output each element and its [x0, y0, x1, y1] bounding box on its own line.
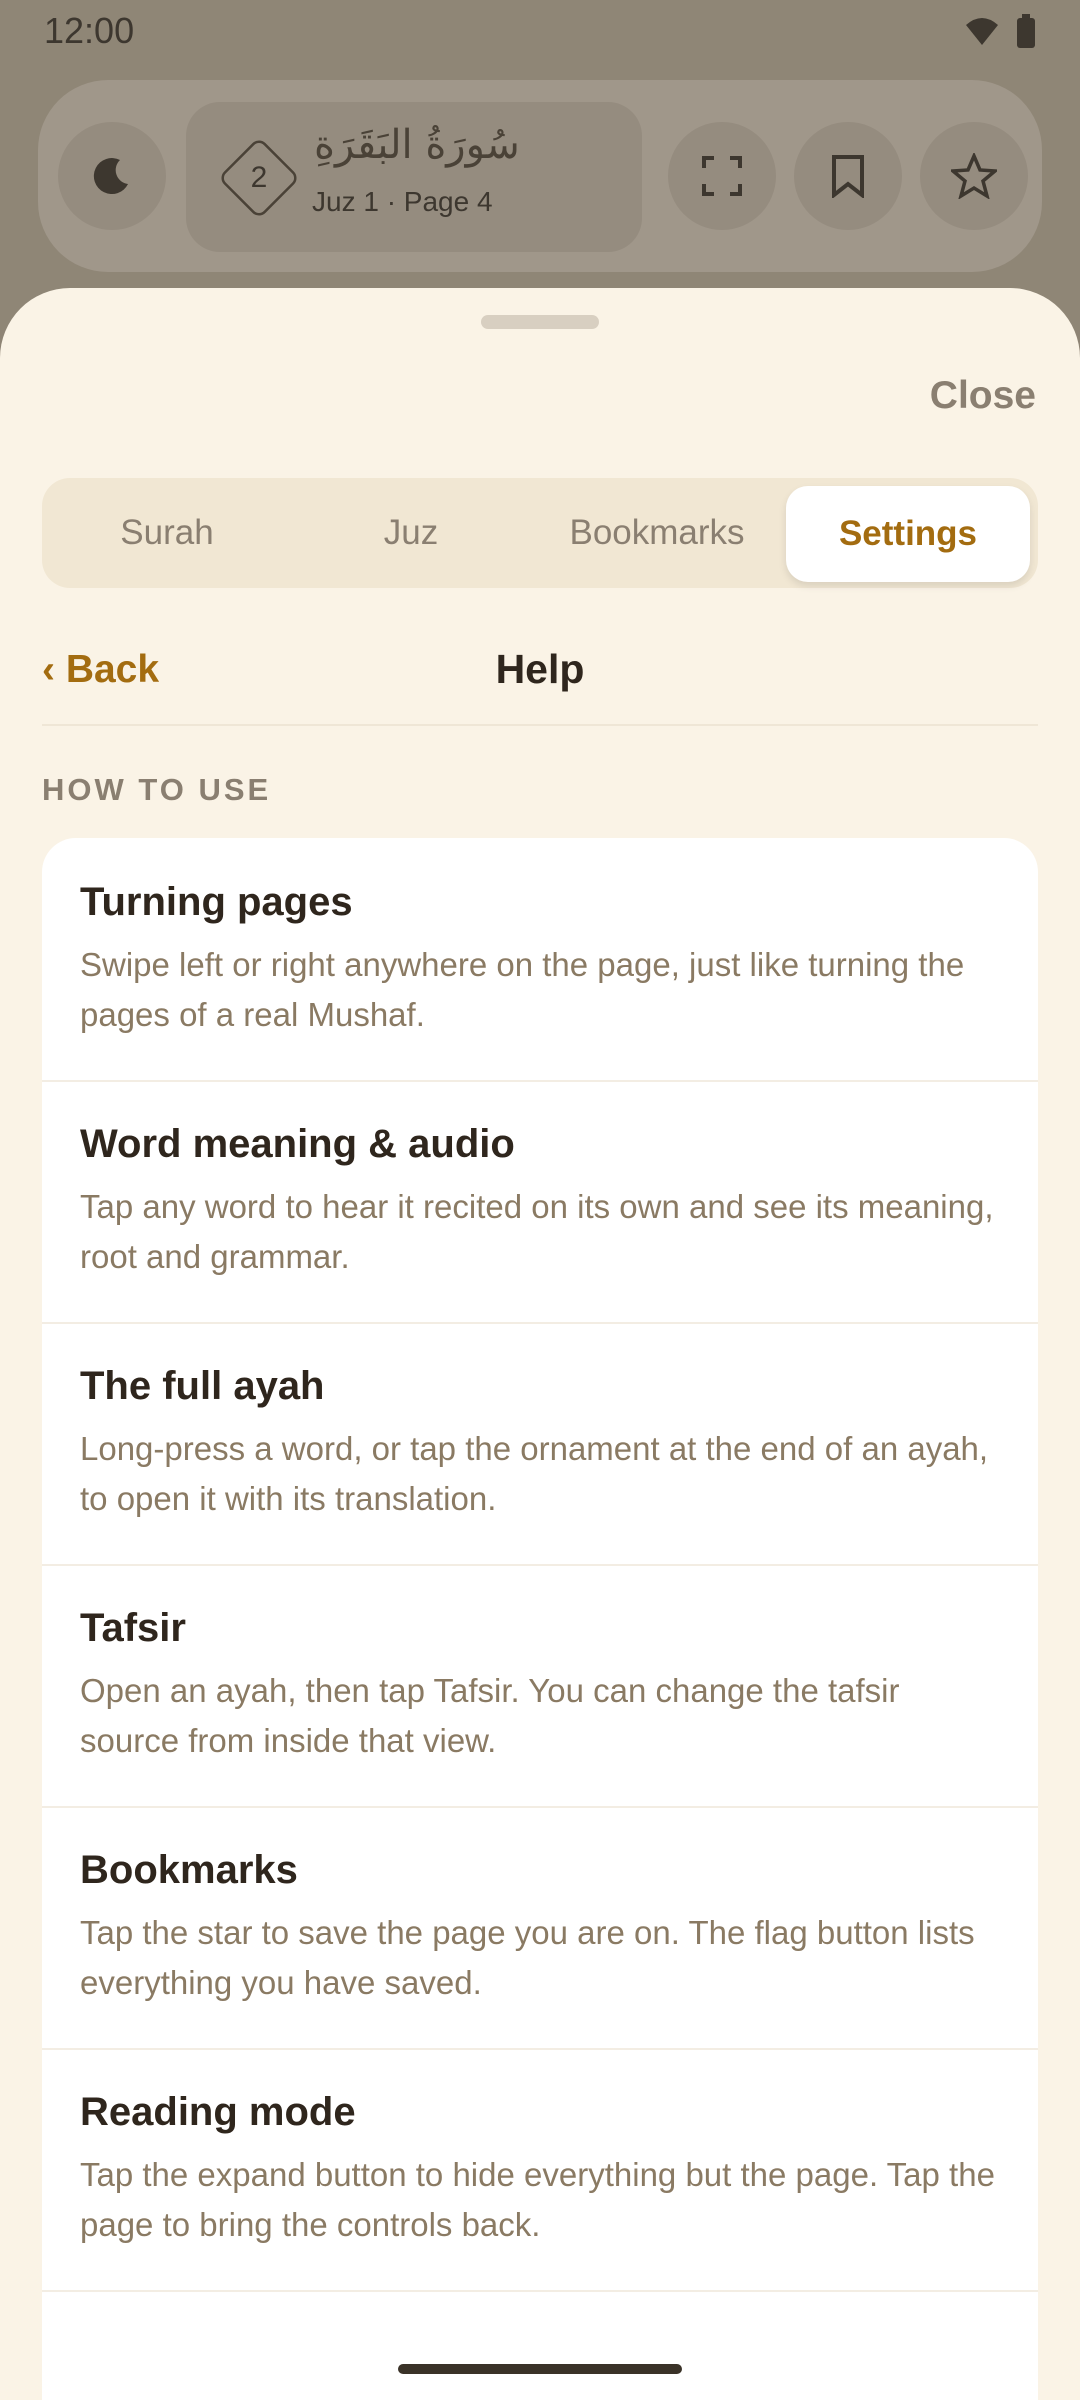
page-title: Help: [495, 646, 585, 692]
help-item-title: Word meaning & audio: [80, 1122, 515, 1166]
close-button[interactable]: Close: [930, 374, 1036, 418]
surah-info-button[interactable]: 2 سُورَةُ البَقَرَةِ Juz 1 · Page 4: [186, 102, 642, 252]
tab-bookmarks[interactable]: Bookmarks: [534, 478, 780, 588]
help-item-title: Reading mode: [80, 2090, 356, 2134]
reader-background: 12:00 2 سُورَةُ البَقَرَةِ Juz 1 · Page …: [0, 0, 1080, 330]
fullscreen-icon: [702, 156, 742, 196]
wifi-icon: [966, 18, 998, 45]
help-item: Bookmarks Tap the star to save the page …: [42, 1806, 1038, 2050]
sheet-tabs: Surah Juz Bookmarks Settings: [42, 478, 1038, 588]
night-mode-button[interactable]: [58, 122, 166, 230]
juz-badge: 2: [211, 130, 307, 226]
bookmark-icon: [832, 155, 864, 198]
reader-toolbar: 2 سُورَةُ البَقَرَةِ Juz 1 · Page 4: [38, 80, 1042, 272]
help-item: Reading mode Tap the expand button to hi…: [42, 2048, 1038, 2292]
juz-number: 2: [250, 161, 268, 194]
juz-page-label: Juz 1 · Page 4: [312, 186, 493, 217]
help-item-title: The full ayah: [80, 1364, 325, 1408]
drag-handle[interactable]: [481, 315, 599, 329]
home-indicator[interactable]: [398, 2364, 682, 2374]
tab-surah[interactable]: Surah: [42, 478, 292, 588]
navigation-sheet: Close Surah Juz Bookmarks Settings ‹ Bac…: [0, 288, 1080, 2400]
favorite-button[interactable]: [920, 122, 1028, 230]
help-item-description: Open an ayah, then tap Tafsir. You can c…: [80, 1672, 900, 1759]
moon-icon: [93, 158, 128, 195]
fullscreen-button[interactable]: [668, 122, 776, 230]
battery-icon: [1017, 14, 1035, 48]
section-label: HOW TO USE: [42, 772, 272, 807]
help-item-description: Long-press a word, or tap the ornament a…: [80, 1430, 989, 1517]
star-icon: [951, 153, 997, 199]
bookmark-button[interactable]: [794, 122, 902, 230]
help-item-description: Swipe left or right anywhere on the page…: [80, 946, 965, 1033]
surah-name-arabic: سُورَةُ البَقَرَةِ: [314, 122, 520, 168]
help-card: Turning pages Swipe left or right anywhe…: [42, 838, 1038, 2400]
help-item-description: Tap the expand button to hide everything…: [80, 2156, 995, 2243]
tab-settings[interactable]: Settings: [786, 486, 1030, 582]
help-item-title: Turning pages: [80, 880, 353, 924]
status-icons: [964, 14, 1036, 48]
status-time: 12:00: [44, 10, 135, 51]
help-item: The full ayah Long-press a word, or tap …: [42, 1322, 1038, 1566]
help-item-description: Tap any word to hear it recited on its o…: [80, 1188, 994, 1275]
help-item: Word meaning & audio Tap any word to hea…: [42, 1080, 1038, 1324]
divider: [42, 724, 1038, 726]
help-item-title: Tafsir: [80, 1606, 186, 1650]
help-item: Turning pages Swipe left or right anywhe…: [42, 838, 1038, 1082]
help-item-description: Tap the star to save the page you are on…: [80, 1914, 975, 2001]
status-bar: 12:00: [0, 0, 1080, 62]
tab-juz[interactable]: Juz: [288, 478, 534, 588]
help-item: Tafsir Open an ayah, then tap Tafsir. Yo…: [42, 1564, 1038, 1808]
help-item-title: Bookmarks: [80, 1848, 298, 1892]
